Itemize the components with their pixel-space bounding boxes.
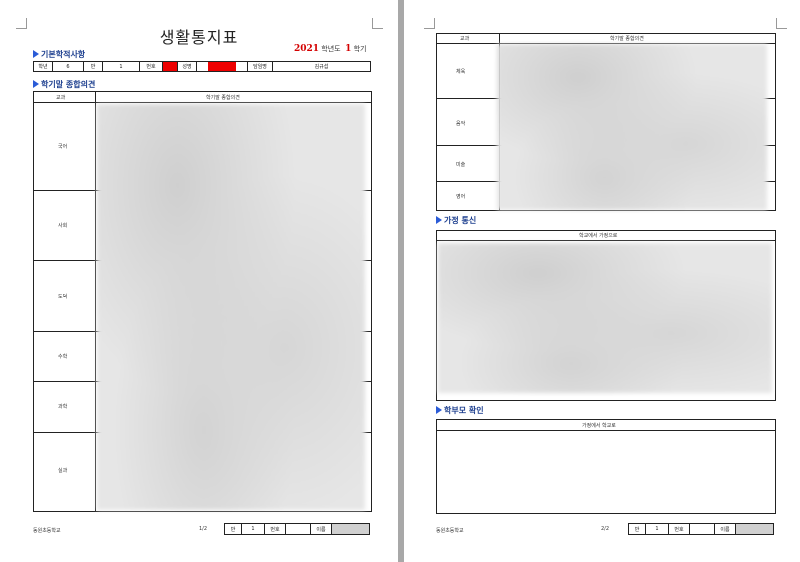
footer-id-table: 반 1 번호 이름 (224, 523, 370, 535)
footer-name-label: 이름 (714, 523, 736, 535)
parent-confirm-heading: 학부모 확인 (436, 405, 484, 416)
subject-label: 사회 (58, 223, 68, 229)
section-bullet-icon (436, 216, 442, 224)
subject-label: 수학 (58, 354, 68, 360)
term-value: 1 (345, 44, 352, 54)
subject-label: 음악 (456, 121, 466, 127)
parent-header-rule (436, 430, 776, 431)
opinion-header-rule (33, 102, 372, 103)
footer-number-value (285, 523, 311, 535)
footer-number-value (689, 523, 715, 535)
footer-name-label: 이름 (310, 523, 332, 535)
number-redacted (162, 61, 178, 72)
report-page-1: 생활통지표 2021 학년도 1 학기 기본학적사항 학년 6 반 1 번호 성… (0, 0, 398, 562)
number-label: 번호 (139, 61, 163, 72)
subject-label: 국어 (58, 144, 68, 150)
home-notice-heading: 가정 통신 (436, 215, 476, 226)
class-label: 반 (83, 61, 103, 72)
opinion-column-header: 학기말 종합의견 (206, 95, 240, 101)
footer-name-redacted (331, 523, 370, 535)
section-bullet-icon (33, 50, 39, 58)
home-notice-header: 학교에서 가정으로 (579, 233, 618, 239)
parent-confirm-header: 가정에서 학교로 (582, 423, 616, 429)
footer-number-label: 번호 (668, 523, 690, 535)
footer-school: 동원초등학교 (33, 528, 61, 534)
parent-confirm-box (436, 419, 776, 514)
class-value: 1 (102, 61, 140, 72)
grade-value: 6 (52, 61, 84, 72)
section-bullet-icon (33, 80, 39, 88)
subject-label: 실과 (58, 468, 68, 474)
teacher-label: 담임명 (247, 61, 273, 72)
year-suffix: 학년도 (321, 45, 341, 53)
year-term-line: 2021 학년도 1 학기 (294, 44, 366, 54)
redacted-opinion-content (497, 44, 767, 210)
subject-label: 과학 (58, 404, 68, 410)
footer-page-number: 1/2 (199, 526, 208, 532)
crop-mark-top-left (424, 18, 435, 29)
subject-column-header: 교과 (460, 36, 470, 42)
footer-class-label: 반 (224, 523, 242, 535)
subject-column-header: 교과 (56, 95, 66, 101)
name-redacted-cell (196, 61, 248, 72)
opinion-column-header: 학기말 종합의견 (610, 36, 644, 42)
name-label: 성명 (177, 61, 197, 72)
footer-number-label: 번호 (264, 523, 286, 535)
crop-mark-top-right (776, 18, 787, 29)
footer-class-label: 반 (628, 523, 646, 535)
subject-label: 체육 (456, 69, 466, 75)
subject-label: 영어 (456, 194, 466, 200)
basic-info-heading: 기본학적사항 (33, 49, 85, 60)
redacted-opinion-content (97, 104, 365, 510)
section-bullet-icon (436, 406, 442, 414)
footer-class-value: 1 (241, 523, 265, 535)
subject-label: 도덕 (58, 294, 68, 300)
basic-info-table: 학년 6 반 1 번호 성명 담임명 김규섭 (33, 61, 371, 72)
home-header-rule (436, 240, 776, 241)
redacted-home-content (438, 243, 772, 393)
footer-school: 동원초등학교 (436, 528, 464, 534)
report-page-2: 교과 학기말 종합의견 체육 음악 미술 영어 가정 통신 학교에서 가정으로 … (404, 0, 800, 562)
grade-label: 학년 (33, 61, 53, 72)
footer-page-number: 2/2 (601, 526, 610, 532)
subject-label: 미술 (456, 162, 466, 168)
footer-id-table: 반 1 번호 이름 (628, 523, 774, 535)
opinion-heading: 학기말 종합의견 (33, 79, 95, 90)
teacher-value: 김규섭 (272, 61, 371, 72)
opinion-column-divider (95, 91, 96, 512)
year-value: 2021 (294, 44, 320, 54)
footer-class-value: 1 (645, 523, 669, 535)
term-suffix: 학기 (353, 45, 367, 53)
footer-name-redacted (735, 523, 774, 535)
